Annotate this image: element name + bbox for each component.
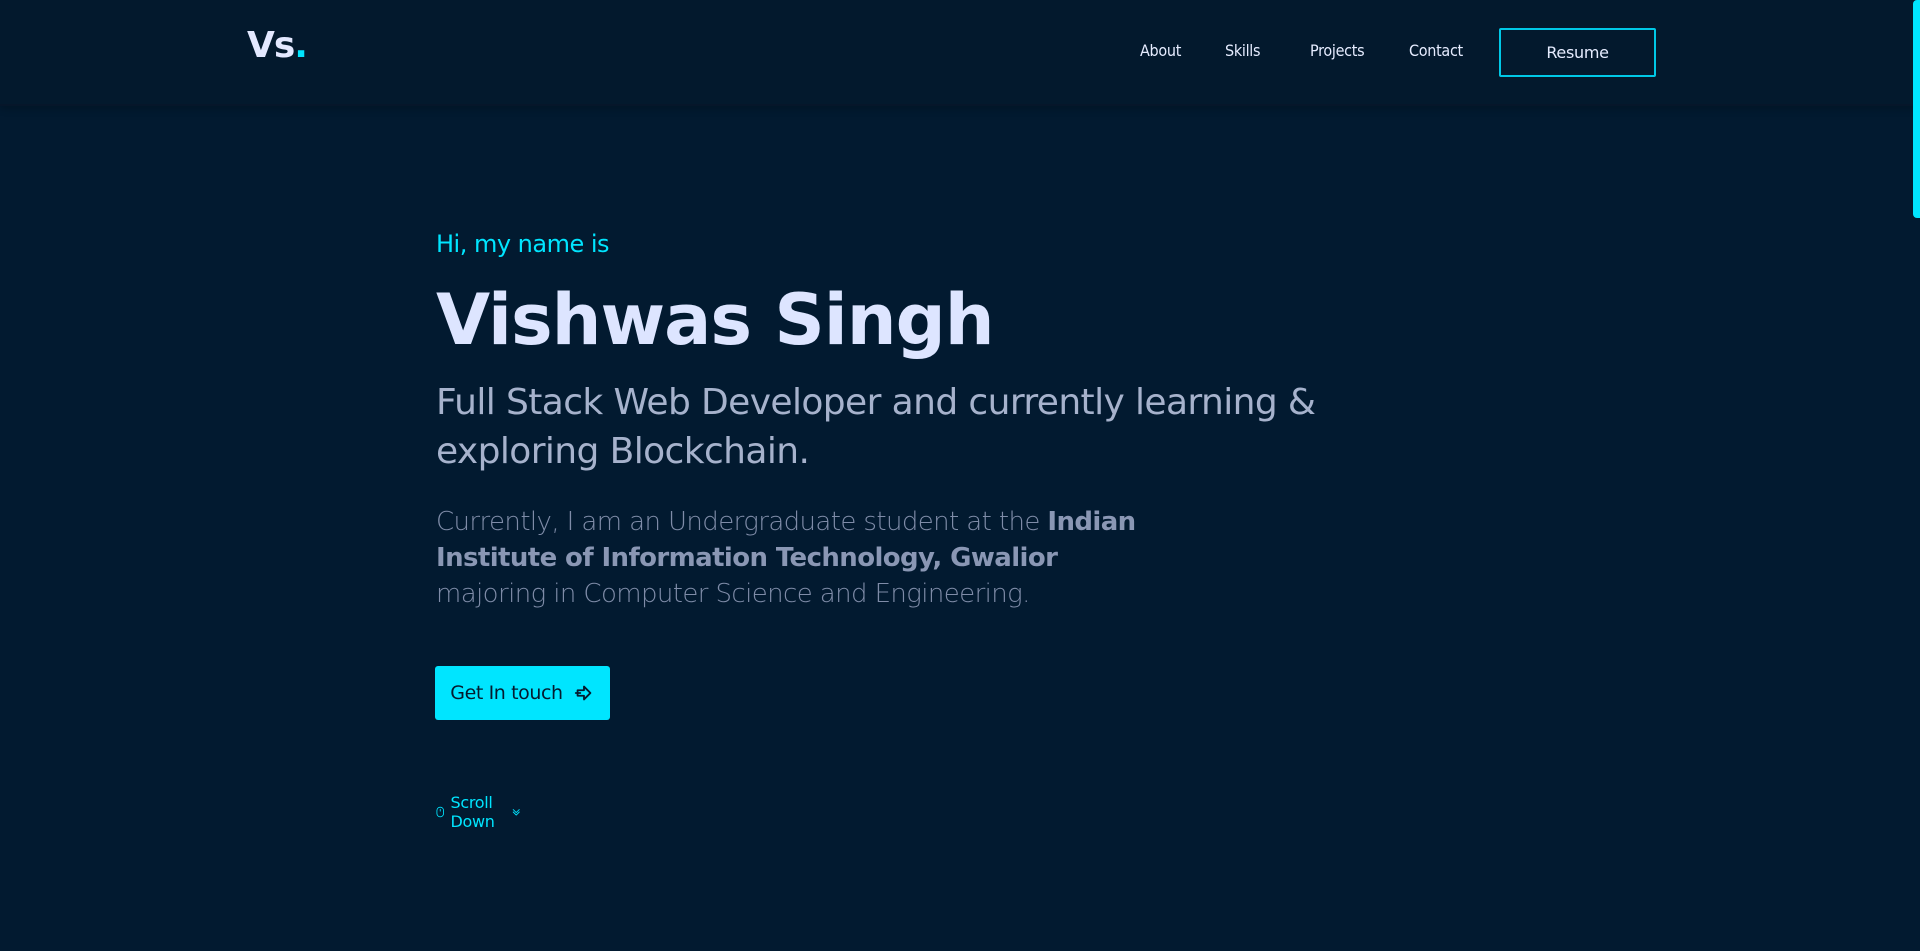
scrollbar-thumb[interactable]	[1913, 0, 1920, 218]
scroll-down-link[interactable]: Scroll Down	[436, 793, 520, 831]
logo-text: Vs	[247, 25, 295, 66]
bio-text-start: Currently, I am an Undergraduate student…	[436, 507, 1048, 537]
hero-bio: Currently, I am an Undergraduate student…	[436, 504, 1136, 612]
hero-greeting: Hi, my name is	[436, 230, 610, 258]
nav-link-contact[interactable]: Contact	[1409, 41, 1463, 60]
nav-link-skills[interactable]: Skills	[1225, 41, 1260, 60]
navbar: Vs. About Skills Projects Contact Resume	[0, 0, 1920, 106]
resume-button[interactable]: Resume	[1499, 28, 1656, 77]
hero-tagline: Full Stack Web Developer and currently l…	[436, 382, 1316, 472]
double-chevron-down-icon	[512, 809, 520, 816]
nav-link-projects[interactable]: Projects	[1310, 41, 1365, 60]
site-logo[interactable]: Vs.	[247, 25, 308, 66]
cta-label: Get In touch	[450, 682, 563, 704]
mouse-icon	[436, 806, 444, 818]
get-in-touch-button[interactable]: Get In touch	[435, 666, 610, 720]
arrow-right-icon	[574, 685, 592, 701]
bio-text-end: majoring in Computer Science and Enginee…	[436, 579, 1030, 609]
nav-link-about[interactable]: About	[1140, 41, 1181, 60]
logo-dot: .	[294, 25, 308, 66]
scroll-down-label: Scroll Down	[450, 793, 495, 831]
hero-name: Vishwas Singh	[436, 279, 995, 361]
